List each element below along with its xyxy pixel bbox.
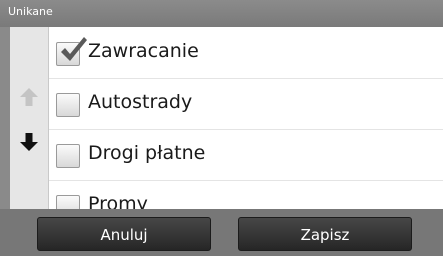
scroll-panel <box>10 27 49 209</box>
checkbox-autostrady[interactable] <box>56 93 80 117</box>
page-title: Unikane <box>8 5 53 18</box>
title-bar: Unikane <box>0 0 443 27</box>
avoidance-list: Zawracanie Autostrady Drogi płatne Promy <box>49 27 443 209</box>
list-item-promy[interactable]: Promy <box>49 180 443 209</box>
checkbox-promy[interactable] <box>56 195 80 209</box>
list-item-zawracanie[interactable]: Zawracanie <box>49 27 443 79</box>
checkbox-zawracanie[interactable] <box>56 37 87 66</box>
arrow-up-icon[interactable] <box>17 85 41 109</box>
list-item-label: Promy <box>88 193 148 209</box>
side-strip <box>0 27 10 209</box>
list-item-label: Drogi płatne <box>88 142 206 164</box>
checkmark-icon <box>61 37 87 61</box>
action-bar: Anuluj Zapisz <box>0 209 443 256</box>
list-item-drogi-platne[interactable]: Drogi płatne <box>49 129 443 181</box>
avoidances-screen: Unikane Zawracanie Autostrady Drogi płat… <box>0 0 443 256</box>
save-button[interactable]: Zapisz <box>238 217 412 251</box>
list-item-label: Autostrady <box>88 91 193 113</box>
list-item-autostrady[interactable]: Autostrady <box>49 78 443 130</box>
cancel-button[interactable]: Anuluj <box>37 217 211 251</box>
list-item-label: Zawracanie <box>88 40 199 62</box>
arrow-down-icon[interactable] <box>17 130 41 154</box>
checkbox-drogi-platne[interactable] <box>56 144 80 168</box>
